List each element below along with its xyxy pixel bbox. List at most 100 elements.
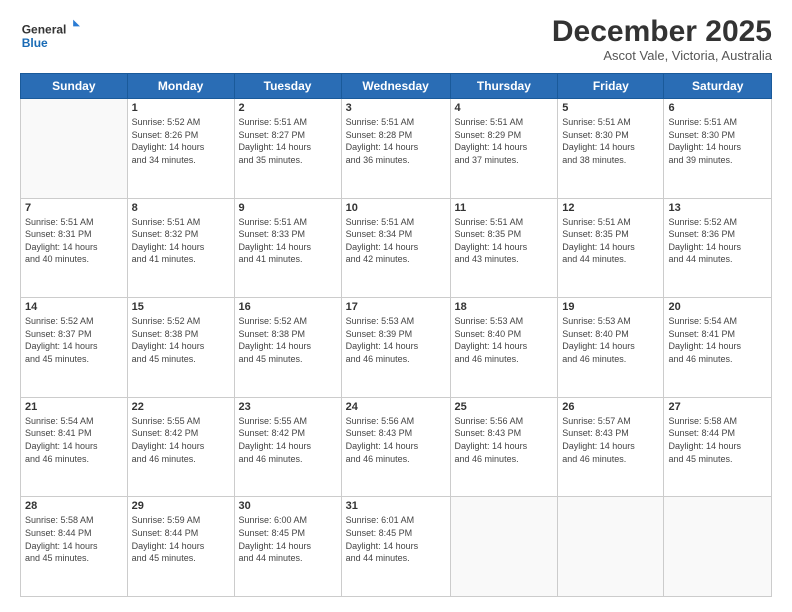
day-cell: 22 Sunrise: 5:55 AMSunset: 8:42 PMDayligh…: [127, 397, 234, 497]
day-info: Sunrise: 5:51 AMSunset: 8:35 PMDaylight:…: [562, 216, 659, 266]
day-number: 24: [346, 401, 446, 413]
day-number: 3: [346, 102, 446, 114]
day-info: Sunrise: 5:57 AMSunset: 8:43 PMDaylight:…: [562, 415, 659, 465]
week-row-1: 1 Sunrise: 5:52 AMSunset: 8:26 PMDaylight…: [21, 99, 772, 199]
day-info: Sunrise: 6:00 AMSunset: 8:45 PMDaylight:…: [239, 514, 337, 564]
day-header-friday: Friday: [558, 74, 664, 99]
day-number: 12: [562, 202, 659, 214]
svg-text:Blue: Blue: [22, 36, 48, 50]
day-cell: 13 Sunrise: 5:52 AMSunset: 8:36 PMDayligh…: [664, 198, 772, 298]
day-number: 4: [455, 102, 554, 114]
day-cell: 21Sunrise: 5:54 AMSunset: 8:41 PMDayligh…: [21, 397, 128, 497]
day-number: 10: [346, 202, 446, 214]
day-cell: 28 Sunrise: 5:58 AMSunset: 8:44 PMDayligh…: [21, 497, 128, 597]
day-cell: 9 Sunrise: 5:51 AMSunset: 8:33 PMDaylight…: [234, 198, 341, 298]
svg-text:General: General: [22, 22, 67, 36]
day-header-monday: Monday: [127, 74, 234, 99]
day-cell: 14Sunrise: 5:52 AMSunset: 8:37 PMDayligh…: [21, 298, 128, 398]
calendar-header-row: SundayMondayTuesdayWednesdayThursdayFrid…: [21, 74, 772, 99]
day-cell: 15 Sunrise: 5:52 AMSunset: 8:38 PMDayligh…: [127, 298, 234, 398]
day-info: Sunrise: 5:51 AMSunset: 8:30 PMDaylight:…: [562, 116, 659, 166]
day-cell: 1 Sunrise: 5:52 AMSunset: 8:26 PMDaylight…: [127, 99, 234, 199]
logo-svg: General Blue: [20, 15, 80, 55]
day-info: Sunrise: 5:52 AMSunset: 8:36 PMDaylight:…: [668, 216, 767, 266]
day-cell: 18 Sunrise: 5:53 AMSunset: 8:40 PMDayligh…: [450, 298, 558, 398]
day-cell: 5Sunrise: 5:51 AMSunset: 8:30 PMDaylight…: [558, 99, 664, 199]
location: Ascot Vale, Victoria, Australia: [552, 48, 772, 63]
day-info: Sunrise: 5:55 AMSunset: 8:42 PMDaylight:…: [132, 415, 230, 465]
day-info: Sunrise: 5:54 AMSunset: 8:41 PMDaylight:…: [25, 415, 123, 465]
week-row-5: 28 Sunrise: 5:58 AMSunset: 8:44 PMDayligh…: [21, 497, 772, 597]
day-info: Sunrise: 5:51 AMSunset: 8:29 PMDaylight:…: [455, 116, 554, 166]
day-number: 28: [25, 500, 123, 512]
day-number: 13: [668, 202, 767, 214]
day-number: 29: [132, 500, 230, 512]
day-cell: 31 Sunrise: 6:01 AMSunset: 8:45 PMDayligh…: [341, 497, 450, 597]
day-header-saturday: Saturday: [664, 74, 772, 99]
week-row-3: 14Sunrise: 5:52 AMSunset: 8:37 PMDayligh…: [21, 298, 772, 398]
day-cell: [558, 497, 664, 597]
day-number: 8: [132, 202, 230, 214]
day-number: 20: [668, 301, 767, 313]
day-number: 7: [25, 202, 123, 214]
day-cell: 23Sunrise: 5:55 AMSunset: 8:42 PMDayligh…: [234, 397, 341, 497]
day-info: Sunrise: 5:59 AMSunset: 8:44 PMDaylight:…: [132, 514, 230, 564]
day-cell: 10 Sunrise: 5:51 AMSunset: 8:34 PMDayligh…: [341, 198, 450, 298]
day-cell: 17 Sunrise: 5:53 AMSunset: 8:39 PMDayligh…: [341, 298, 450, 398]
day-info: Sunrise: 5:56 AMSunset: 8:43 PMDaylight:…: [346, 415, 446, 465]
day-cell: 4 Sunrise: 5:51 AMSunset: 8:29 PMDaylight…: [450, 99, 558, 199]
day-number: 1: [132, 102, 230, 114]
day-header-wednesday: Wednesday: [341, 74, 450, 99]
day-info: Sunrise: 5:51 AMSunset: 8:30 PMDaylight:…: [668, 116, 767, 166]
day-info: Sunrise: 6:01 AMSunset: 8:45 PMDaylight:…: [346, 514, 446, 564]
day-cell: [21, 99, 128, 199]
day-info: Sunrise: 5:51 AMSunset: 8:27 PMDaylight:…: [239, 116, 337, 166]
day-cell: 8 Sunrise: 5:51 AMSunset: 8:32 PMDaylight…: [127, 198, 234, 298]
day-cell: 30Sunrise: 6:00 AMSunset: 8:45 PMDayligh…: [234, 497, 341, 597]
day-header-tuesday: Tuesday: [234, 74, 341, 99]
day-cell: 26 Sunrise: 5:57 AMSunset: 8:43 PMDayligh…: [558, 397, 664, 497]
day-info: Sunrise: 5:52 AMSunset: 8:37 PMDaylight:…: [25, 315, 123, 365]
day-info: Sunrise: 5:53 AMSunset: 8:40 PMDaylight:…: [455, 315, 554, 365]
day-cell: 6 Sunrise: 5:51 AMSunset: 8:30 PMDaylight…: [664, 99, 772, 199]
day-cell: 2Sunrise: 5:51 AMSunset: 8:27 PMDaylight…: [234, 99, 341, 199]
day-info: Sunrise: 5:51 AMSunset: 8:33 PMDaylight:…: [239, 216, 337, 266]
month-title: December 2025: [552, 15, 772, 48]
day-cell: [664, 497, 772, 597]
day-number: 11: [455, 202, 554, 214]
day-header-sunday: Sunday: [21, 74, 128, 99]
week-row-4: 21Sunrise: 5:54 AMSunset: 8:41 PMDayligh…: [21, 397, 772, 497]
day-cell: 7Sunrise: 5:51 AMSunset: 8:31 PMDaylight…: [21, 198, 128, 298]
day-info: Sunrise: 5:51 AMSunset: 8:32 PMDaylight:…: [132, 216, 230, 266]
day-info: Sunrise: 5:53 AMSunset: 8:39 PMDaylight:…: [346, 315, 446, 365]
day-cell: 12 Sunrise: 5:51 AMSunset: 8:35 PMDayligh…: [558, 198, 664, 298]
day-info: Sunrise: 5:53 AMSunset: 8:40 PMDaylight:…: [562, 315, 659, 365]
day-info: Sunrise: 5:52 AMSunset: 8:26 PMDaylight:…: [132, 116, 230, 166]
day-info: Sunrise: 5:51 AMSunset: 8:34 PMDaylight:…: [346, 216, 446, 266]
day-number: 18: [455, 301, 554, 313]
day-number: 9: [239, 202, 337, 214]
day-info: Sunrise: 5:56 AMSunset: 8:43 PMDaylight:…: [455, 415, 554, 465]
day-number: 15: [132, 301, 230, 313]
day-cell: 29 Sunrise: 5:59 AMSunset: 8:44 PMDayligh…: [127, 497, 234, 597]
day-cell: 24 Sunrise: 5:56 AMSunset: 8:43 PMDayligh…: [341, 397, 450, 497]
header: General Blue December 2025 Ascot Vale, V…: [20, 15, 772, 63]
day-cell: 16Sunrise: 5:52 AMSunset: 8:38 PMDayligh…: [234, 298, 341, 398]
day-number: 31: [346, 500, 446, 512]
day-cell: 25Sunrise: 5:56 AMSunset: 8:43 PMDayligh…: [450, 397, 558, 497]
logo: General Blue: [20, 15, 80, 55]
day-cell: 20Sunrise: 5:54 AMSunset: 8:41 PMDayligh…: [664, 298, 772, 398]
day-info: Sunrise: 5:51 AMSunset: 8:35 PMDaylight:…: [455, 216, 554, 266]
day-number: 17: [346, 301, 446, 313]
day-info: Sunrise: 5:52 AMSunset: 8:38 PMDaylight:…: [132, 315, 230, 365]
day-number: 22: [132, 401, 230, 413]
day-cell: [450, 497, 558, 597]
day-number: 26: [562, 401, 659, 413]
day-info: Sunrise: 5:58 AMSunset: 8:44 PMDaylight:…: [25, 514, 123, 564]
day-info: Sunrise: 5:58 AMSunset: 8:44 PMDaylight:…: [668, 415, 767, 465]
week-row-2: 7Sunrise: 5:51 AMSunset: 8:31 PMDaylight…: [21, 198, 772, 298]
page: General Blue December 2025 Ascot Vale, V…: [0, 0, 792, 612]
day-number: 6: [668, 102, 767, 114]
day-number: 19: [562, 301, 659, 313]
day-number: 27: [668, 401, 767, 413]
